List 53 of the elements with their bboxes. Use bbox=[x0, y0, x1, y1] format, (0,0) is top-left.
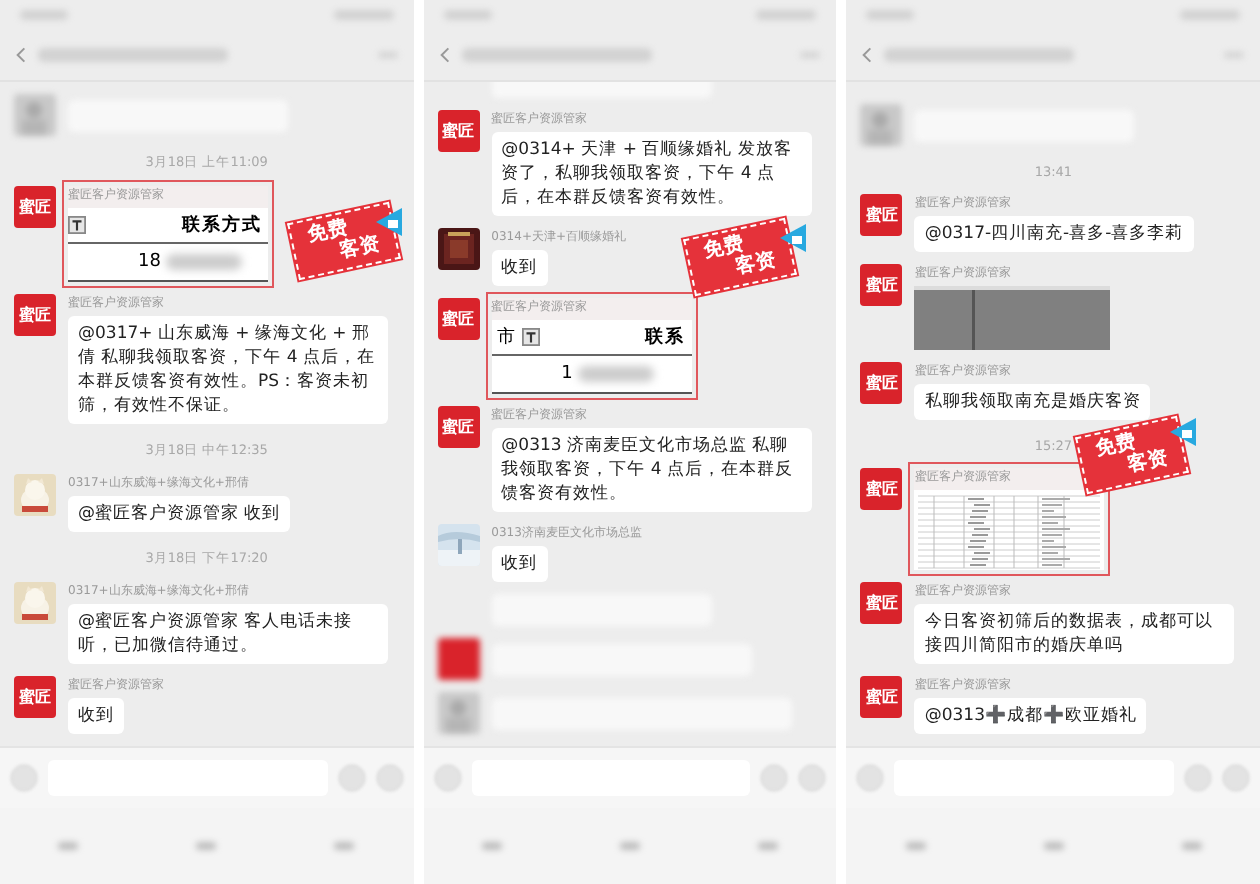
nav-icon-blurred[interactable] bbox=[757, 842, 778, 850]
message-bubble: 今日客资初筛后的数据表，成都可以接四川简阳市的婚庆单吗 bbox=[914, 604, 1235, 664]
message-bubble: 收到 bbox=[491, 250, 548, 286]
table-cell-text: 18 bbox=[136, 252, 163, 272]
logo-avatar: 蜜匠 bbox=[14, 294, 56, 336]
back-icon[interactable] bbox=[16, 45, 26, 63]
logo-avatar: 蜜匠 bbox=[437, 406, 480, 448]
message-bubble: @蜜匠客户资源管家 收到 bbox=[68, 496, 291, 532]
status-icons-blurred bbox=[1180, 9, 1241, 19]
message-bubble: @0317+ 山东威海 + 缘海文化 + 邢倩 私聊我领取客资，下午 4 点后，在本群反馈客资有效性。PS：客资未初筛，有效性不保证。 bbox=[68, 316, 388, 424]
logo-avatar: 蜜匠 bbox=[14, 676, 56, 718]
message-bubble: @0313➕成都➕欧亚婚礼 bbox=[914, 698, 1147, 734]
blurred-text bbox=[578, 366, 655, 382]
status-icons-blurred bbox=[333, 9, 394, 19]
logo-avatar: 蜜匠 bbox=[860, 582, 903, 624]
logo-avatar: 蜜匠 bbox=[860, 264, 903, 306]
table-header: 联系 bbox=[642, 324, 688, 350]
message-bubble: 收到 bbox=[491, 546, 548, 582]
back-icon[interactable] bbox=[439, 45, 450, 63]
message-bubble: 私聊我领取南充是婚庆客资 bbox=[914, 384, 1151, 420]
status-bar-blurred bbox=[20, 9, 68, 19]
message-bubble: @蜜匠客户资源管家 客人电话未接听，已加微信待通过。 bbox=[68, 604, 388, 664]
logo-avatar: 蜜匠 bbox=[437, 110, 480, 152]
logo-avatar: 蜜匠 bbox=[860, 468, 903, 510]
message-bubble: @0317-四川南充-喜多-喜多李莉 bbox=[914, 216, 1194, 252]
message-bubble: @0313 济南麦臣文化市场总监 私聊我领取客资，下午 4 点后，在本群反馈客资有效性。 bbox=[491, 428, 812, 512]
logo-avatar: 蜜匠 bbox=[860, 362, 903, 404]
nav-icon-blurred[interactable] bbox=[482, 842, 503, 850]
blurred-avatar bbox=[437, 638, 480, 680]
table-header: 联系方式 bbox=[179, 212, 264, 238]
blurred-text bbox=[166, 254, 243, 270]
table-cell-text: 1 bbox=[559, 364, 575, 384]
promo-sticker: 免费 客资 bbox=[1075, 415, 1190, 495]
status-bar-blurred bbox=[866, 9, 915, 19]
logo-avatar: 蜜匠 bbox=[14, 186, 56, 228]
logo-avatar: 蜜匠 bbox=[860, 676, 903, 718]
promo-sticker: 免费 客资 bbox=[682, 217, 797, 297]
back-icon[interactable] bbox=[862, 45, 873, 63]
nav-icon-blurred[interactable] bbox=[905, 842, 926, 850]
message-bubble: 收到 bbox=[68, 698, 124, 734]
message-bubble: @0314+ 天津 + 百顺缘婚礼 发放客资了，私聊我领取客资，下午 4 点后，在本群反馈客资有效性。 bbox=[491, 132, 812, 216]
logo-avatar: 蜜匠 bbox=[437, 298, 480, 340]
nav-icon-blurred[interactable] bbox=[196, 842, 217, 850]
promo-sticker: 免费 客资 bbox=[287, 201, 401, 281]
status-bar-blurred bbox=[443, 9, 492, 19]
table-header: 市 bbox=[495, 325, 518, 350]
nav-icon-blurred[interactable] bbox=[620, 842, 640, 850]
nav-icon-blurred[interactable] bbox=[58, 842, 79, 850]
status-icons-blurred bbox=[756, 9, 817, 19]
nav-icon-blurred[interactable] bbox=[334, 842, 355, 850]
nav-icon-blurred[interactable] bbox=[1043, 842, 1064, 850]
logo-avatar: 蜜匠 bbox=[860, 194, 903, 236]
nav-icon-blurred[interactable] bbox=[1181, 842, 1202, 850]
